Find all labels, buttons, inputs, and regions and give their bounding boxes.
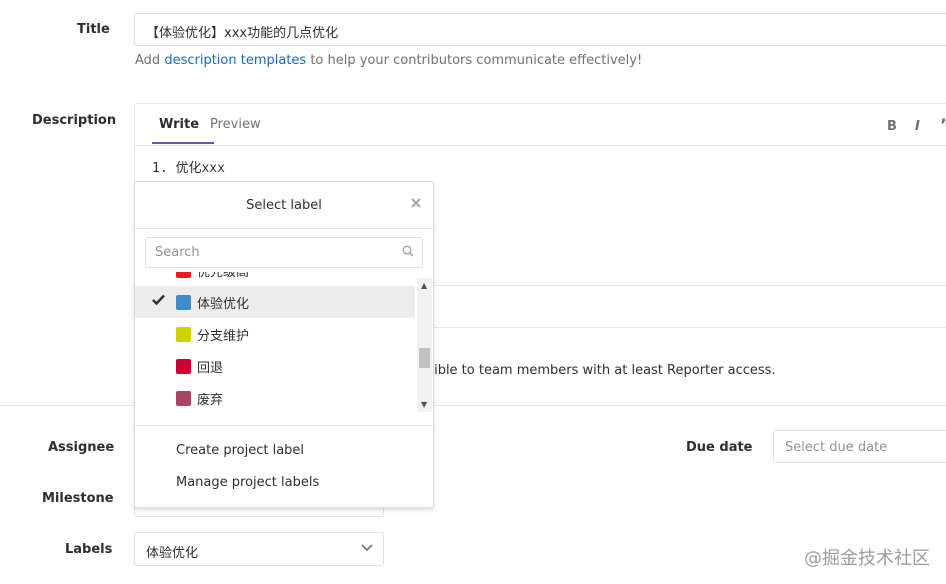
- watermark: @掘金技术社区: [804, 548, 930, 569]
- quote-button[interactable]: ”: [940, 115, 946, 134]
- labels-value: 体验优化: [146, 546, 199, 561]
- create-project-label-link[interactable]: Create project label: [176, 443, 304, 458]
- label-list-scrollbar[interactable]: ▲ ▼: [417, 278, 432, 412]
- label-list: 优先级高 体验优化 分支维护 回退 废弃: [135, 272, 432, 412]
- help-suffix: to help your contributors communicate ef…: [310, 53, 643, 68]
- search-icon: [402, 245, 414, 257]
- check-icon: [152, 293, 165, 309]
- label-color-swatch: [176, 327, 191, 342]
- bold-button[interactable]: B: [887, 119, 897, 134]
- dropdown-header: Select label: [135, 182, 433, 229]
- label-item-text: 回退: [197, 361, 224, 376]
- due-date-label: Due date: [686, 440, 753, 455]
- milestone-label: Milestone: [42, 491, 114, 506]
- title-value: 【体验优化】xxx功能的几点优化: [146, 26, 339, 41]
- tab-preview[interactable]: Preview: [210, 117, 261, 132]
- label-color-swatch: [176, 295, 191, 310]
- label-color-swatch: [176, 272, 191, 278]
- assignee-label: Assignee: [48, 440, 115, 455]
- italic-button[interactable]: I: [915, 119, 920, 134]
- description-textarea[interactable]: 1. 优化xxx: [152, 157, 225, 176]
- label-item-text: 优先级高: [197, 272, 250, 280]
- label-item-rollback[interactable]: 回退: [135, 350, 415, 382]
- label-item-text: 废弃: [197, 393, 224, 408]
- label-item-deprecated[interactable]: 废弃: [135, 382, 415, 412]
- label-item-experience-optimization[interactable]: 体验优化: [135, 286, 415, 318]
- description-label: Description: [32, 113, 117, 128]
- editor-header: Write Preview B I ”: [135, 104, 946, 146]
- title-label: Title: [77, 22, 110, 37]
- label-item-text: 分支维护: [197, 329, 250, 344]
- scroll-up-arrow-icon[interactable]: ▲: [421, 281, 427, 290]
- select-label-dropdown: Select label 优先级高 体验优化 分支维护 回退: [134, 181, 434, 508]
- title-input[interactable]: 【体验优化】xxx功能的几点优化: [134, 13, 946, 46]
- description-templates-link[interactable]: description templates: [164, 53, 306, 68]
- label-color-swatch: [176, 391, 191, 406]
- scrollbar-thumb[interactable]: [419, 348, 430, 368]
- manage-project-labels-link[interactable]: Manage project labels: [176, 475, 319, 490]
- labels-dropdown[interactable]: 体验优化: [134, 532, 384, 566]
- label-item-text: 体验优化: [197, 297, 250, 312]
- label-item-priority-high[interactable]: 优先级高: [135, 272, 415, 286]
- label-color-swatch: [176, 359, 191, 374]
- help-prefix: Add: [135, 53, 161, 68]
- tab-write[interactable]: Write: [159, 117, 199, 132]
- dropdown-title: Select label: [246, 198, 322, 213]
- chevron-down-icon: [361, 542, 373, 555]
- description-templates-help: Add description templates to help your c…: [135, 53, 642, 68]
- active-tab-underline: [152, 142, 214, 144]
- due-date-placeholder: Select due date: [785, 440, 888, 455]
- close-icon[interactable]: [411, 196, 421, 212]
- dropdown-divider: [135, 425, 433, 426]
- confidential-note: visible to team members with at least Re…: [416, 363, 776, 378]
- labels-label: Labels: [65, 542, 113, 557]
- scroll-down-arrow-icon[interactable]: ▼: [421, 400, 427, 409]
- label-search[interactable]: [145, 237, 423, 268]
- label-item-branch-maintenance[interactable]: 分支维护: [135, 318, 415, 350]
- due-date-input[interactable]: Select due date: [773, 430, 946, 463]
- label-search-input[interactable]: [153, 244, 397, 261]
